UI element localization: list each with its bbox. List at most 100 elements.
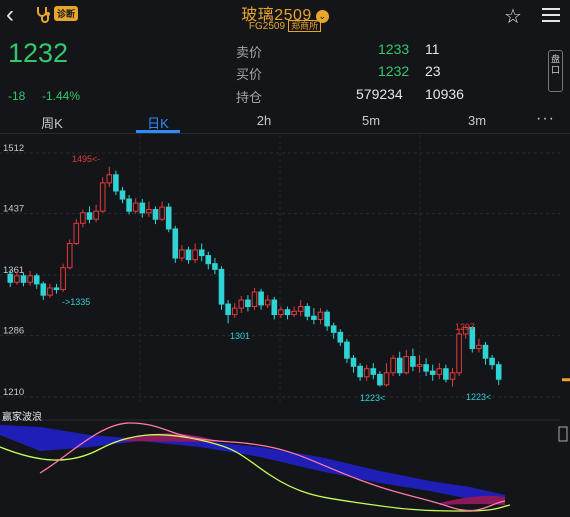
period-tabs: 周K 日K 2h 5m 3m ··· bbox=[0, 108, 570, 134]
ask-volume: 11 bbox=[425, 41, 440, 57]
candle-body bbox=[33, 275, 40, 285]
candle-body bbox=[429, 370, 436, 375]
candle-body bbox=[304, 306, 311, 317]
candle-body bbox=[47, 287, 53, 296]
candle-body bbox=[330, 325, 337, 333]
ask-price: 1233 bbox=[378, 41, 410, 57]
last-price: 1232 bbox=[8, 38, 69, 68]
candle-body bbox=[489, 357, 495, 366]
candle-body bbox=[146, 209, 152, 214]
candle-body bbox=[93, 210, 99, 220]
candle-body bbox=[225, 303, 231, 316]
candle-body bbox=[132, 202, 139, 212]
candle-body bbox=[179, 249, 185, 259]
tab-weekly[interactable]: 周K bbox=[22, 113, 82, 132]
candle-body bbox=[119, 190, 126, 200]
chart-annotation: 1297 bbox=[455, 322, 475, 332]
candle-body bbox=[278, 309, 284, 316]
y-tick-label: 1210 bbox=[3, 387, 24, 398]
candle-body bbox=[317, 311, 324, 320]
open-interest-change: 10936 bbox=[425, 86, 464, 102]
candle-body bbox=[403, 356, 410, 374]
candle-body bbox=[73, 222, 80, 244]
candle-body bbox=[113, 174, 119, 192]
indicator-settings-icon bbox=[558, 426, 568, 442]
candle-body bbox=[291, 310, 297, 316]
wave-line-main bbox=[39, 422, 506, 512]
order-book-tab[interactable]: 盘口 bbox=[548, 50, 563, 92]
candle-body bbox=[60, 267, 66, 291]
candle-body bbox=[284, 309, 291, 316]
candle-body bbox=[410, 356, 416, 367]
candle-body bbox=[185, 249, 192, 261]
candle-body bbox=[80, 212, 86, 224]
candle-body bbox=[40, 283, 47, 296]
exchange-badge: 郑商所 bbox=[288, 20, 322, 32]
candle-body bbox=[212, 263, 218, 270]
candle-body bbox=[264, 299, 271, 306]
candle-body bbox=[363, 368, 370, 378]
candlestick-chart[interactable]: 1512 1437 1361 1286 1210 1495<- ->1335 1301 1223… bbox=[0, 135, 570, 517]
candle-body bbox=[350, 357, 357, 367]
bid-price: 1232 bbox=[378, 63, 410, 79]
y-tick-label: 1437 bbox=[3, 204, 24, 215]
y-tick-label: 1286 bbox=[3, 326, 24, 337]
candle-body bbox=[423, 364, 429, 372]
candle-body bbox=[99, 182, 106, 212]
current-price-marker bbox=[562, 378, 570, 382]
menu-icon[interactable] bbox=[542, 8, 560, 26]
candle-body bbox=[370, 368, 377, 375]
candle-body bbox=[344, 341, 350, 359]
y-tick-label: 1361 bbox=[3, 265, 24, 276]
more-options-icon[interactable]: ··· bbox=[536, 110, 555, 128]
candle-body bbox=[27, 275, 33, 283]
candle-body bbox=[238, 299, 245, 309]
candle-body bbox=[7, 273, 14, 283]
candle-body bbox=[482, 344, 489, 359]
candle-body bbox=[495, 364, 502, 380]
indicator-name: 赢家波浪 bbox=[2, 412, 42, 423]
candle-body bbox=[53, 287, 60, 291]
chart-annotation: 1223< bbox=[466, 392, 491, 402]
contract-subtitle: FG2509 郑商所 bbox=[0, 19, 570, 32]
tab-5m[interactable]: 5m bbox=[341, 113, 401, 128]
candle-body bbox=[251, 291, 258, 308]
candle-body bbox=[14, 275, 20, 283]
candle-body bbox=[443, 368, 449, 380]
y-tick-label: 1512 bbox=[3, 143, 24, 154]
chart-annotation: 1223< bbox=[360, 393, 385, 403]
candle-body bbox=[324, 311, 330, 327]
tab-2h[interactable]: 2h bbox=[234, 113, 294, 128]
candle-body bbox=[86, 212, 93, 220]
open-interest: 579234 bbox=[356, 86, 403, 102]
open-interest-label: 持仓 bbox=[236, 90, 263, 105]
favorite-star-icon[interactable]: ☆ bbox=[504, 4, 522, 29]
price-change: -18 bbox=[8, 89, 26, 103]
candle-body bbox=[231, 307, 238, 316]
candle-body bbox=[377, 373, 383, 386]
candle-body bbox=[126, 198, 132, 212]
bid-label: 买价 bbox=[236, 67, 263, 82]
candle-body bbox=[390, 357, 396, 374]
candle-body bbox=[20, 275, 27, 283]
tab-3m[interactable]: 3m bbox=[447, 113, 507, 128]
candle-body bbox=[383, 372, 390, 386]
chart-annotation: 1495<- bbox=[72, 154, 100, 164]
candle-body bbox=[106, 174, 113, 184]
price-change-percent: -1.44% bbox=[42, 89, 81, 103]
candle-body bbox=[192, 249, 198, 261]
candle-body bbox=[159, 206, 165, 220]
chart-annotation: 1301 bbox=[230, 331, 250, 341]
candle-body bbox=[245, 299, 251, 308]
ask-label: 卖价 bbox=[236, 45, 263, 60]
candle-body bbox=[297, 306, 304, 312]
candle-body bbox=[449, 372, 456, 380]
candle-body bbox=[172, 228, 179, 259]
contract-code: FG2509 bbox=[248, 21, 286, 32]
candle-body bbox=[476, 344, 482, 350]
candle-body bbox=[357, 365, 363, 378]
candle-body bbox=[416, 364, 423, 367]
candle-body bbox=[198, 249, 205, 257]
candle-body bbox=[456, 333, 462, 374]
candle-body bbox=[66, 242, 73, 269]
